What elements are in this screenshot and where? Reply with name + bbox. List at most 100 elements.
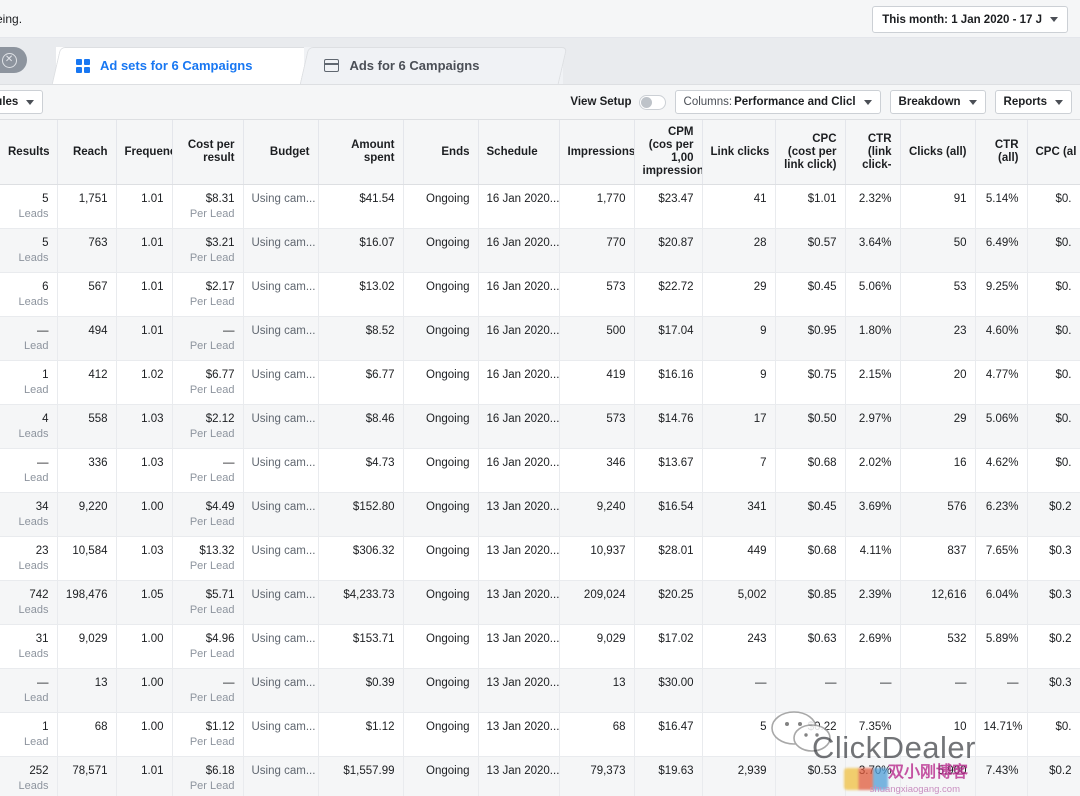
cell-impressions: 79,373 [559, 756, 635, 796]
table-row[interactable]: 4 Leads 558 1.03 $2.12 Per Lead Using cam... $8… [0, 404, 1080, 449]
cell-cost-result: $2.17 Per Lead [172, 272, 244, 317]
cell-schedule: 13 Jan 2020... [478, 756, 560, 796]
view-setup-toggle[interactable]: View Setup [570, 94, 666, 110]
cell-reach: 13 [57, 668, 117, 713]
cell-reach: 9,220 [57, 492, 117, 537]
tab-strip: ed ✕ Ad sets for 6 Campaigns Ads for 6 C… [0, 38, 1080, 85]
table-row[interactable]: 252 Leads 78,571 1.01 $6.18 Per Lead Using cam… [0, 756, 1080, 796]
col-schedule[interactable]: Schedule [478, 120, 560, 185]
cell-budget: Using cam... [243, 712, 319, 757]
cell-impressions: 770 [559, 228, 635, 273]
chevron-down-icon [968, 99, 977, 105]
cell-reach: 68 [57, 712, 117, 757]
cell-ends: Ongoing [403, 448, 479, 493]
col-link-clicks[interactable]: Link clicks [702, 120, 776, 185]
table-row[interactable]: — Lead 494 1.01— Per Lead Using cam... $8.52 On… [0, 316, 1080, 361]
cell-cpc-all: $0. [1027, 360, 1080, 405]
col-cpc-all[interactable]: CPC (al [1027, 120, 1080, 185]
cell-cpc-link: $0.53 [775, 756, 846, 796]
cell-clicks-all: 23 [900, 316, 976, 361]
cell-ctr-link: 5.06% [845, 272, 901, 317]
cell-frequency: 1.01 [116, 272, 173, 317]
cell-impressions: 500 [559, 316, 635, 361]
cell-budget: Using cam... [243, 492, 319, 537]
breakdown-button[interactable]: Breakdown [889, 90, 986, 114]
cell-cost-result: $2.12 Per Lead [172, 404, 244, 449]
col-cpm[interactable]: CPM (cos per 1,00 impressions [634, 120, 703, 185]
close-icon[interactable]: ✕ [1, 52, 17, 68]
cell-budget: Using cam... [243, 184, 319, 229]
cell-results: 4 Leads [0, 404, 58, 449]
reports-button[interactable]: Reports [994, 90, 1072, 114]
col-ctr-link[interactable]: CTR (link click- [845, 120, 901, 185]
table-row[interactable]: — Lead 13 1.00— Per Lead Using cam... $0.39 Ong… [0, 668, 1080, 713]
cell-link-clicks: 28 [702, 228, 776, 273]
tab-ads[interactable]: Ads for 6 Campaigns [304, 47, 564, 84]
date-range-picker[interactable]: This month: 1 Jan 2020 - 17 J [872, 6, 1068, 33]
cell-ctr-link: 3.70% [845, 756, 901, 796]
cell-ctr-link: 2.97% [845, 404, 901, 449]
cell-ctr-all: 7.43% [975, 756, 1028, 796]
table-row[interactable]: 742 Leads 198,476 1.05 $5.71 Per Lead Using ca… [0, 580, 1080, 625]
cell-budget: Using cam... [243, 580, 319, 625]
view-setup-label: View Setup [570, 96, 632, 108]
cell-cpc-all: $0. [1027, 228, 1080, 273]
cell-ctr-all: 4.60% [975, 316, 1028, 361]
cell-frequency: 1.05 [116, 580, 173, 625]
rules-button[interactable]: Rules [0, 90, 44, 114]
cell-reach: 567 [57, 272, 117, 317]
cell-ctr-link: 4.11% [845, 536, 901, 581]
cell-cpm: $17.04 [634, 316, 703, 361]
col-results[interactable]: Results [0, 120, 58, 185]
cell-clicks-all: — [900, 668, 976, 713]
col-amount-spent[interactable]: Amount spent [318, 120, 404, 185]
cell-cpm: $13.67 [634, 448, 703, 493]
col-cpc-link[interactable]: CPC (cost per link click) [775, 120, 846, 185]
cell-impressions: 9,240 [559, 492, 635, 537]
cell-amount: $4.73 [318, 448, 404, 493]
col-cost-per-result[interactable]: Cost per result [172, 120, 244, 185]
cell-results: 742 Leads [0, 580, 58, 625]
cell-ctr-link: 2.69% [845, 624, 901, 669]
table-row[interactable]: 5 Leads 763 1.01 $3.21 Per Lead Using cam... $1… [0, 228, 1080, 273]
col-frequency[interactable]: Frequenc [116, 120, 173, 185]
cell-cost-result: $4.49 Per Lead [172, 492, 244, 537]
cell-cost-result: — Per Lead [172, 448, 244, 493]
table-row[interactable]: 6 Leads 567 1.01 $2.17 Per Lead Using cam... $1… [0, 272, 1080, 317]
cell-cpc-all: $0. [1027, 404, 1080, 449]
table-row[interactable]: 23 Leads 10,584 1.03 $13.32 Per Lead Using cam… [0, 536, 1080, 581]
col-ends[interactable]: Ends [403, 120, 479, 185]
cell-cpm: $16.47 [634, 712, 703, 757]
cell-ends: Ongoing [403, 360, 479, 405]
cell-budget: Using cam... [243, 756, 319, 796]
cell-ctr-link: 3.64% [845, 228, 901, 273]
table-row[interactable]: 31 Leads 9,029 1.00 $4.96 Per Lead Using cam..… [0, 624, 1080, 669]
cell-schedule: 16 Jan 2020... [478, 448, 560, 493]
table-row[interactable]: 5 Leads 1,751 1.01 $8.31 Per Lead Using cam...… [0, 184, 1080, 229]
col-impressions[interactable]: Impressions [559, 120, 635, 185]
table-row[interactable]: 1 Lead 68 1.00 $1.12 Per Lead Using cam... $1.1… [0, 712, 1080, 757]
columns-button[interactable]: Columns: Performance and Clicl [674, 90, 881, 114]
cell-cpc-link: $1.01 [775, 184, 846, 229]
col-reach[interactable]: Reach [57, 120, 117, 185]
filter-pill[interactable]: ed ✕ [0, 47, 27, 73]
cell-amount: $4,233.73 [318, 580, 404, 625]
col-budget[interactable]: Budget [243, 120, 319, 185]
tab-ad-sets-label: Ad sets for 6 Campaigns [100, 58, 253, 73]
cell-budget: Using cam... [243, 668, 319, 713]
toggle-switch[interactable] [638, 94, 666, 110]
cell-cpm: $17.02 [634, 624, 703, 669]
cell-clicks-all: 16 [900, 448, 976, 493]
panel-icon [324, 59, 340, 72]
table-row[interactable]: — Lead 336 1.03— Per Lead Using cam... $4.73 On… [0, 448, 1080, 493]
table-row[interactable]: 34 Leads 9,220 1.00 $4.49 Per Lead Using cam..… [0, 492, 1080, 537]
col-clicks-all[interactable]: Clicks (all) [900, 120, 976, 185]
data-table-container[interactable]: Results Reach Frequenc Cost per result B… [0, 120, 1080, 796]
tab-ad-sets[interactable]: Ad sets for 6 Campaigns [56, 47, 333, 84]
col-ctr-all[interactable]: CTR (all) [975, 120, 1028, 185]
cell-amount: $8.52 [318, 316, 404, 361]
table-row[interactable]: 1 Lead 412 1.02 $6.77 Per Lead Using cam... $6.… [0, 360, 1080, 405]
cell-cpm: $19.63 [634, 756, 703, 796]
cell-schedule: 16 Jan 2020... [478, 272, 560, 317]
cell-schedule: 16 Jan 2020... [478, 184, 560, 229]
